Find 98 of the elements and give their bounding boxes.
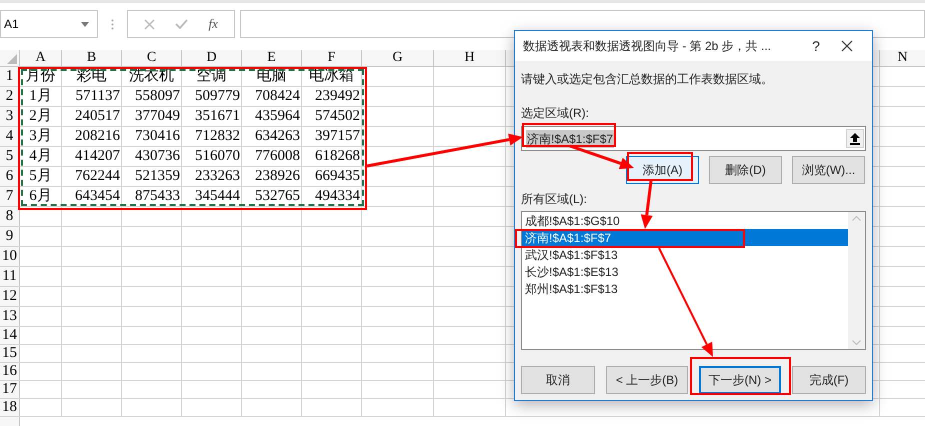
column-header[interactable]: C: [122, 50, 182, 66]
table-cell: 1月: [29, 89, 52, 104]
name-box[interactable]: A1: [0, 10, 98, 38]
list-item[interactable]: 济南!$A$1:$F$7: [522, 229, 848, 246]
dropdown-caret-icon: [81, 22, 89, 26]
close-icon[interactable]: [841, 40, 853, 52]
scroll-down-icon[interactable]: [852, 340, 861, 345]
row-header[interactable]: 3: [0, 107, 20, 126]
grip-dots-icon: [111, 19, 114, 30]
list-item[interactable]: 长沙!$A$1:$E$13: [522, 263, 848, 280]
table-cell: 875433: [135, 189, 180, 204]
dialog-button[interactable]: 浏览(W)...: [792, 156, 865, 184]
column-header[interactable]: E: [242, 50, 302, 66]
row-header[interactable]: 2: [0, 87, 20, 106]
table-cell: 708424: [255, 89, 300, 104]
insert-function-button[interactable]: fx: [208, 14, 218, 34]
row-header[interactable]: 10: [0, 247, 20, 266]
dialog-button[interactable]: < 上一步(B): [606, 366, 688, 394]
dialog-button[interactable]: 完成(F): [792, 366, 866, 394]
table-cell: 3月: [29, 129, 52, 144]
cancel-icon[interactable]: [144, 18, 156, 30]
table-cell: 4月: [29, 149, 52, 164]
table-cell: 643454: [75, 189, 120, 204]
row-header[interactable]: 14: [0, 327, 20, 344]
table-cell: 730416: [135, 129, 180, 144]
table-cell: 208216: [75, 129, 120, 144]
table-cell: 494334: [315, 189, 360, 204]
scroll-up-icon[interactable]: [852, 216, 861, 221]
table-cell: 414207: [75, 149, 120, 164]
row-header[interactable]: 7: [0, 187, 20, 206]
dialog-button[interactable]: 下一步(N) >: [699, 366, 781, 394]
table-cell: 634263: [255, 129, 300, 144]
ranges-list[interactable]: 成都!$A$1:$G$10 济南!$A$1:$F$7 武汉!$A$1:$F$13 长沙!$A$1:$E$13 郑州!$A$1:$F$13: [521, 211, 866, 350]
column-header[interactable]: H: [434, 50, 506, 66]
table-cell: 618268: [315, 149, 360, 164]
table-cell: 521359: [135, 169, 180, 184]
table-cell: 669435: [315, 169, 360, 184]
table-cell: 435964: [255, 109, 300, 124]
table-cell: 762244: [75, 169, 120, 184]
annotation-arrow: [640, 180, 653, 229]
dialog-title: 数据透视表和数据透视图向导 - 第 2b 步，共 ...: [523, 38, 772, 55]
field-label: 选定区域(R):: [521, 105, 590, 122]
table-cell: 2月: [29, 109, 52, 124]
field-label: 所有区域(L):: [521, 191, 588, 208]
table-cell: 571137: [76, 89, 120, 104]
row-header[interactable]: [0, 417, 20, 426]
list-item[interactable]: 成都!$A$1:$G$10: [522, 212, 848, 229]
table-cell: 509779: [195, 89, 240, 104]
dialog-button[interactable]: 取消: [521, 366, 595, 394]
row-header[interactable]: 6: [0, 167, 20, 186]
row-header[interactable]: 18: [0, 399, 20, 416]
table-cell: 5月: [29, 169, 52, 184]
row-header[interactable]: 5: [0, 147, 20, 166]
table-cell: 532765: [255, 189, 300, 204]
list-item[interactable]: 武汉!$A$1:$F$13: [522, 246, 848, 263]
column-header[interactable]: D: [182, 50, 242, 66]
table-cell: 6月: [29, 189, 52, 204]
column-header[interactable]: F: [302, 50, 362, 66]
column-header[interactable]: G: [362, 50, 434, 66]
table-cell: 397157: [315, 129, 360, 144]
annotation-arrow: [570, 144, 634, 170]
up-arrow-icon: [850, 132, 860, 144]
column-header[interactable]: A: [20, 50, 62, 66]
table-cell: 239492: [315, 89, 360, 104]
row-header[interactable]: 11: [0, 267, 20, 286]
instruction-text: 请键入或选定包含汇总数据的工作表数据区域。: [521, 71, 774, 88]
row-header[interactable]: 8: [0, 207, 20, 226]
help-button[interactable]: ?: [801, 36, 831, 56]
scrollbar[interactable]: [848, 212, 865, 349]
row-header[interactable]: 1: [0, 67, 20, 86]
table-cell: 574502: [315, 109, 360, 124]
dialog-button[interactable]: 删除(D): [709, 156, 782, 184]
row-header[interactable]: 12: [0, 287, 20, 306]
checkmark-icon[interactable]: [175, 19, 188, 29]
table-cell: 430736: [135, 149, 180, 164]
table-cell: 516070: [195, 149, 240, 164]
column-header[interactable]: N: [880, 50, 925, 66]
row-header[interactable]: 15: [0, 345, 20, 362]
table-cell: 712832: [195, 129, 240, 144]
table-cell: 233263: [195, 169, 240, 184]
row-header[interactable]: 16: [0, 363, 20, 380]
table-cell: 776008: [255, 149, 300, 164]
table-cell: 377049: [135, 109, 180, 124]
annotation-box: [627, 152, 693, 181]
column-header[interactable]: B: [62, 50, 122, 66]
collapse-dialog-button[interactable]: [846, 129, 864, 148]
row-header[interactable]: 9: [0, 227, 20, 246]
list-item[interactable]: 郑州!$A$1:$F$13: [522, 280, 848, 297]
row-header[interactable]: 4: [0, 127, 20, 146]
table-cell: 558097: [135, 89, 180, 104]
row-header[interactable]: 17: [0, 381, 20, 398]
table-cell: 238926: [255, 169, 300, 184]
row-header[interactable]: 13: [0, 307, 20, 326]
table-cell: 345444: [195, 189, 240, 204]
corner-triangle-icon: [7, 54, 17, 64]
table-cell: 351671: [195, 109, 240, 124]
range-input[interactable]: 济南!$A$1:$F$7: [521, 126, 866, 151]
table-cell: 240517: [75, 109, 120, 124]
